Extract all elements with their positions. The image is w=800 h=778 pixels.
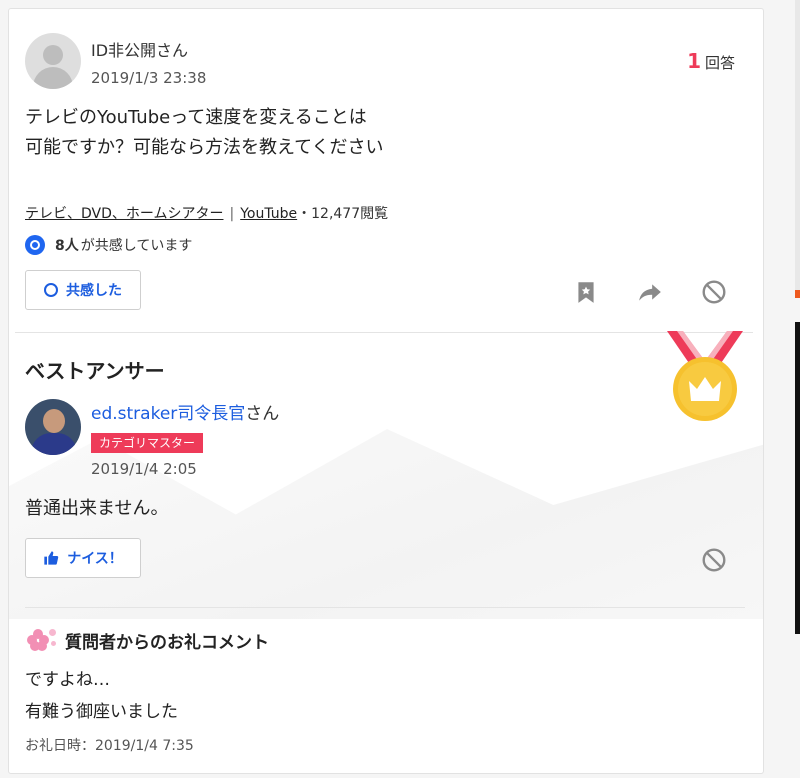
question-user-name: ID非公開さん (91, 41, 189, 60)
thanks-text: ですよね… 有難う御座いました (25, 670, 178, 722)
answerer-name-line[interactable]: ed.straker司令長官さん (91, 399, 279, 424)
category-link[interactable]: テレビ、DVD、ホームシアター (25, 206, 223, 222)
thanks-date: お礼日時：2019/1/4 7:35 (25, 738, 194, 754)
smile-icon (25, 235, 45, 255)
block-icon[interactable] (701, 547, 727, 573)
question-avatar (25, 33, 81, 89)
best-answer-title: ベストアンサー (25, 359, 165, 383)
right-edge-panel (795, 0, 800, 290)
tag-link[interactable]: YouTube (240, 206, 297, 222)
section-divider (15, 332, 753, 333)
answerer-suffix: さん (245, 404, 280, 424)
category-separator: | (229, 206, 235, 222)
qa-card: ID非公開さん 2019/1/3 23:38 1 回答 テレビのYouTubeって… (8, 8, 764, 774)
right-edge-accent (795, 290, 800, 298)
category-master-badge: カテゴリマスター (91, 433, 204, 453)
answer-text: 普通出来ません。 (25, 498, 169, 519)
share-icon[interactable] (637, 279, 663, 305)
empathy-button[interactable]: 共感した (25, 270, 141, 310)
view-count: ・12,477閲覧 (297, 206, 389, 222)
question-text: テレビのYouTubeって速度を変えることは 可能ですか？可能なら方法を教えてく… (25, 107, 384, 158)
nice-button-label: ナイス！ (67, 551, 123, 567)
bookmark-icon[interactable] (573, 279, 599, 305)
empathy-button-label: 共感した (66, 283, 122, 299)
answer-count[interactable]: 1 回答 (687, 49, 735, 73)
section-divider (25, 607, 745, 608)
nice-button[interactable]: ナイス！ (25, 538, 141, 578)
smile-outline-icon (44, 283, 58, 297)
question-date: 2019/1/3 23:38 (91, 69, 207, 87)
answer-count-number: 1 (687, 49, 701, 73)
empathy-suffix: が共感しています (80, 238, 193, 254)
right-edge-dark-panel (795, 322, 800, 634)
empathy-summary: 8人 が共感しています (25, 235, 192, 255)
answer-count-label: 回答 (704, 54, 735, 72)
thumbs-up-icon (44, 551, 59, 565)
medal-icon (667, 331, 743, 421)
block-icon[interactable] (701, 279, 727, 305)
answerer-avatar[interactable] (25, 399, 81, 455)
empathy-count: 8人 (55, 238, 79, 254)
question-meta: テレビ、DVD、ホームシアター | YouTube・12,477閲覧 (25, 203, 388, 223)
answer-date: 2019/1/4 2:05 (91, 460, 197, 478)
flower-icon (25, 627, 59, 653)
background-decoration (9, 429, 763, 619)
thanks-title-text: 質問者からのお礼コメント (65, 632, 269, 653)
thanks-title: 質問者からのお礼コメント (25, 627, 269, 653)
answerer-name[interactable]: ed.straker司令長官 (91, 404, 245, 424)
